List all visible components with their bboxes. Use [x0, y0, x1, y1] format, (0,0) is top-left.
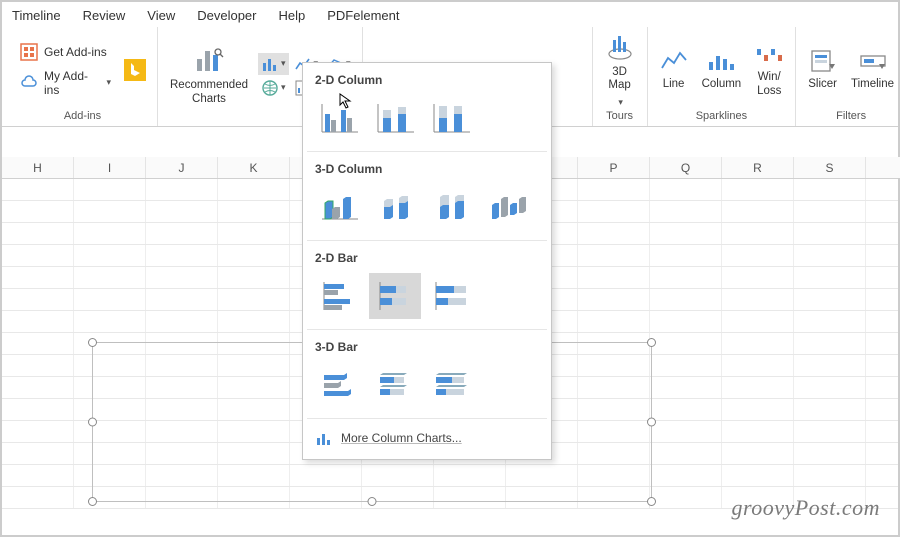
- sparkline-column-button[interactable]: Column: [698, 46, 746, 93]
- cloud-icon: [20, 74, 38, 92]
- group-tours: 3D Map ▾ Tours: [593, 27, 648, 126]
- 100-stacked-bar-2d[interactable]: [425, 273, 477, 319]
- column-chart-icon: [261, 55, 279, 73]
- chevron-down-icon: ▾: [281, 58, 286, 69]
- column-chart-icon: [315, 429, 333, 447]
- recommended-charts-button[interactable]: Recommended Charts: [166, 43, 252, 107]
- column-chart-menu: 2-D Column 3-D Column 2-D Bar: [302, 62, 552, 460]
- chevron-down-icon: ▾: [618, 97, 623, 107]
- tab-pdfelement[interactable]: PDFelement: [327, 8, 399, 23]
- sparkline-winloss-icon: [755, 41, 783, 67]
- timeline-label: Timeline: [851, 78, 894, 91]
- clustered-bar-3d[interactable]: [313, 362, 365, 408]
- group-tours-label: Tours: [601, 110, 639, 124]
- globe-icon: [261, 79, 279, 97]
- ribbon-tabs: Timeline Review View Developer Help PDFe…: [2, 2, 898, 27]
- timeline-icon: [859, 48, 887, 74]
- col-header[interactable]: J: [146, 157, 218, 178]
- my-addins-label: My Add-ins: [44, 69, 98, 97]
- col-header[interactable]: K: [218, 157, 290, 178]
- menu-section-3d-column: 3-D Column: [303, 152, 551, 182]
- group-sparklines-label: Sparklines: [656, 110, 788, 124]
- recommended-charts-icon: [194, 45, 224, 75]
- tab-view[interactable]: View: [147, 8, 175, 23]
- my-addins-button[interactable]: My Add-ins ▾: [16, 67, 115, 99]
- get-addins-button[interactable]: Get Add-ins: [16, 41, 115, 63]
- stacked-bar-3d[interactable]: [369, 362, 421, 408]
- menu-section-2d-bar: 2-D Bar: [303, 241, 551, 271]
- recommended-charts-label: Recommended Charts: [170, 79, 248, 105]
- col-header[interactable]: S: [794, 157, 866, 178]
- sparkline-line-label: Line: [663, 78, 685, 91]
- watermark: groovyPost.com: [731, 495, 880, 521]
- group-addins: Get Add-ins My Add-ins ▾ Add-ins: [8, 27, 158, 126]
- stacked-bar-2d[interactable]: [369, 273, 421, 319]
- 100-stacked-column-3d[interactable]: [425, 184, 477, 230]
- sparkline-column-label: Column: [702, 78, 742, 91]
- timeline-button[interactable]: Timeline: [847, 46, 898, 93]
- store-icon: [20, 43, 38, 61]
- col-header[interactable]: I: [74, 157, 146, 178]
- sparkline-winloss-label: Win/ Loss: [757, 71, 781, 97]
- clustered-column-3d[interactable]: [313, 184, 365, 230]
- col-header[interactable]: R: [722, 157, 794, 178]
- sparkline-winloss-button[interactable]: Win/ Loss: [751, 39, 787, 99]
- 3d-map-button[interactable]: 3D Map ▾: [601, 30, 639, 109]
- tab-review[interactable]: Review: [83, 8, 126, 23]
- menu-section-2d-column: 2-D Column: [303, 63, 551, 93]
- resize-handle[interactable]: [647, 418, 656, 427]
- column-chart-dropdown[interactable]: ▾: [258, 53, 289, 75]
- tab-help[interactable]: Help: [279, 8, 306, 23]
- clustered-bar-2d[interactable]: [313, 273, 365, 319]
- bing-maps-button[interactable]: [121, 57, 149, 83]
- resize-handle[interactable]: [88, 338, 97, 347]
- menu-section-3d-bar: 3-D Bar: [303, 330, 551, 360]
- tab-developer[interactable]: Developer: [197, 8, 256, 23]
- 3d-column[interactable]: [481, 184, 533, 230]
- resize-handle[interactable]: [88, 497, 97, 506]
- slicer-icon: [809, 48, 837, 74]
- col-header[interactable]: H: [2, 157, 74, 178]
- 3d-map-label: 3D Map: [608, 66, 630, 92]
- sparkline-line-button[interactable]: Line: [656, 46, 692, 93]
- group-filters: Slicer Timeline Filters: [796, 27, 900, 126]
- chevron-down-icon: ▾: [106, 77, 111, 88]
- chevron-down-icon: ▾: [281, 82, 286, 93]
- get-addins-label: Get Add-ins: [44, 45, 107, 59]
- col-header[interactable]: P: [578, 157, 650, 178]
- clustered-column-2d[interactable]: [313, 95, 365, 141]
- group-sparklines: Line Column Win/ Loss Sparklines: [648, 27, 797, 126]
- resize-handle[interactable]: [368, 497, 377, 506]
- more-column-charts[interactable]: More Column Charts...: [303, 419, 551, 455]
- stacked-column-2d[interactable]: [369, 95, 421, 141]
- more-column-charts-label: More Column Charts...: [341, 431, 462, 445]
- group-filters-label: Filters: [804, 110, 898, 124]
- slicer-label: Slicer: [808, 78, 837, 91]
- maps-dropdown[interactable]: ▾: [258, 77, 289, 99]
- group-addins-label: Add-ins: [16, 110, 149, 124]
- slicer-button[interactable]: Slicer: [804, 46, 841, 93]
- bing-icon: [124, 59, 146, 81]
- col-header[interactable]: Q: [650, 157, 722, 178]
- sparkline-line-icon: [660, 48, 688, 74]
- resize-handle[interactable]: [88, 418, 97, 427]
- col-header[interactable]: [866, 157, 900, 178]
- sparkline-column-icon: [707, 48, 735, 74]
- stacked-column-3d[interactable]: [369, 184, 421, 230]
- 100-stacked-bar-3d[interactable]: [425, 362, 477, 408]
- resize-handle[interactable]: [647, 338, 656, 347]
- tab-timeline[interactable]: Timeline: [12, 8, 61, 23]
- resize-handle[interactable]: [647, 497, 656, 506]
- 3d-map-icon: [605, 32, 635, 62]
- 100-stacked-column-2d[interactable]: [425, 95, 477, 141]
